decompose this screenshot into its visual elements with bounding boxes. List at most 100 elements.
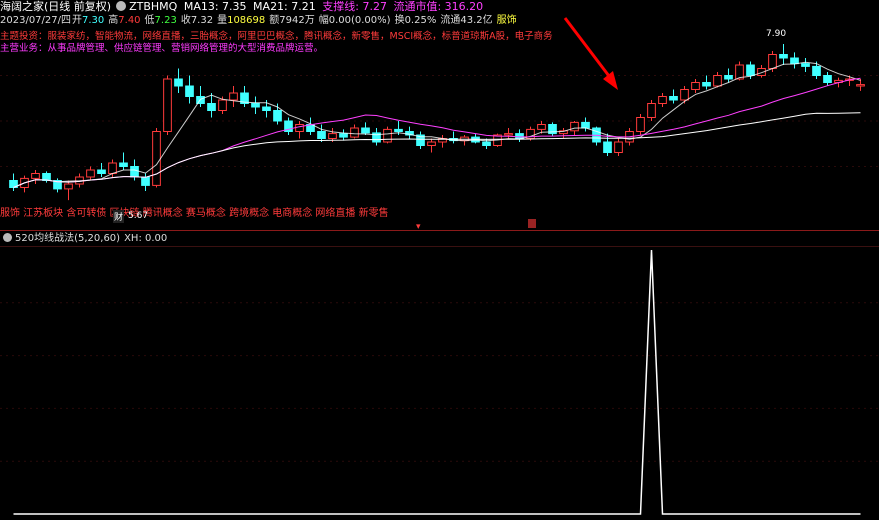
candle-body bbox=[262, 106, 271, 111]
candle-body bbox=[691, 82, 700, 90]
low-value: 7.23 bbox=[154, 15, 177, 26]
candle-body bbox=[427, 141, 436, 146]
candle-body bbox=[207, 103, 216, 111]
indicator-line bbox=[13, 249, 861, 515]
candle-body bbox=[350, 127, 359, 138]
open-value: 7.30 bbox=[82, 15, 105, 26]
candle-body bbox=[97, 169, 106, 174]
app-title: 海阔之家(日线 前复权) bbox=[0, 0, 112, 13]
candle-body bbox=[251, 103, 260, 108]
high-value: 7.40 bbox=[118, 15, 141, 26]
gear-icon[interactable] bbox=[116, 1, 127, 11]
candle-body bbox=[856, 84, 865, 87]
float-shares-value: 43.2亿 bbox=[460, 15, 493, 26]
high-label: 高 bbox=[108, 15, 119, 26]
candle-body bbox=[273, 110, 282, 122]
candle-body bbox=[724, 75, 733, 80]
candle-body bbox=[603, 141, 612, 153]
arrow-head bbox=[603, 71, 618, 90]
high-price-label: 7.90 bbox=[766, 29, 787, 39]
indicator-xh: XH: 0.00 bbox=[124, 233, 168, 244]
candle-body bbox=[768, 54, 777, 69]
indicator-params: (5,20,60) bbox=[74, 233, 121, 244]
concept-line: 主题投资：服装家纺，智能物流，网络直播，三胎概念，阿里巴巴概念，腾讯概念，新零售… bbox=[0, 31, 553, 42]
indicator-header: 520均线战法(5,20,60) XH: 0.00 bbox=[0, 232, 167, 245]
candle-body bbox=[658, 96, 667, 104]
arrow-shaft bbox=[563, 17, 614, 81]
candle-body bbox=[614, 141, 623, 153]
panel-divider[interactable] bbox=[0, 230, 879, 231]
volume-value: 108698 bbox=[227, 15, 266, 26]
price-chart[interactable]: ▾ bbox=[0, 0, 879, 520]
tags-line: 服饰 江苏板块 含可转债 区块链 腾讯概念 赛马概念 跨境概念 电商概念 网络直… bbox=[0, 208, 389, 219]
candle-body bbox=[669, 96, 678, 101]
candle-body bbox=[339, 133, 348, 138]
candle-body bbox=[295, 124, 304, 132]
candle-body bbox=[647, 103, 656, 118]
candle-body bbox=[790, 57, 799, 65]
candle-body bbox=[801, 63, 810, 67]
candle-body bbox=[119, 162, 128, 167]
business-line: 主营业务：从事品牌管理、供应链管理、营销网络管理的大型消费品牌运营。 bbox=[0, 43, 324, 54]
close-value: 7.32 bbox=[190, 15, 214, 26]
candle-body bbox=[482, 141, 491, 146]
candle-body bbox=[86, 169, 95, 178]
candle-body bbox=[42, 173, 51, 181]
candle-body bbox=[361, 127, 370, 134]
close-label: 收 bbox=[180, 15, 191, 26]
ma60-line bbox=[13, 112, 861, 188]
settings-gear-icon[interactable] bbox=[3, 233, 12, 242]
candle-body bbox=[328, 133, 337, 140]
ma13-label: MA13: 7.35 bbox=[183, 0, 247, 13]
candle-body bbox=[64, 183, 73, 190]
candle-body bbox=[823, 75, 832, 83]
volume-label: 量 bbox=[217, 15, 228, 26]
ma21-label: MA21: 7.21 bbox=[253, 0, 316, 13]
candle-body bbox=[185, 85, 194, 97]
ma5-line bbox=[13, 61, 861, 188]
candle-body bbox=[570, 121, 579, 132]
candle-body bbox=[746, 64, 755, 76]
indicator-header-divider bbox=[0, 246, 879, 247]
candle-body bbox=[218, 99, 227, 111]
amount-label: 额 bbox=[269, 15, 280, 26]
industry-label[interactable]: 服饰 bbox=[497, 15, 517, 26]
candle-body bbox=[504, 133, 513, 136]
candle-body bbox=[141, 176, 150, 186]
candle-body bbox=[31, 173, 40, 179]
low-label: 低 bbox=[144, 15, 155, 26]
change-label: 幅 bbox=[318, 15, 329, 26]
candle-body bbox=[812, 65, 821, 77]
candle-body bbox=[163, 78, 172, 132]
candle-body bbox=[229, 92, 238, 101]
quote-bar: 2023/07/27/四开7.30 高7.40 低7.23 收7.32 量108698 额… bbox=[0, 14, 521, 28]
candle-body bbox=[779, 54, 788, 59]
turnover-value: 0.25% bbox=[404, 15, 437, 26]
title-bar: 海阔之家(日线 前复权) ZTBHMQ MA13: 7.35 MA21: 7.21… bbox=[0, 0, 486, 14]
ticker-label: ZTBHMQ bbox=[129, 0, 178, 13]
candle-body bbox=[394, 128, 403, 132]
float-mv-label: 流通市值: 316.20 bbox=[393, 0, 484, 13]
candle-body bbox=[515, 133, 524, 140]
candle-body bbox=[317, 131, 326, 139]
finance-marker[interactable]: 财 bbox=[113, 210, 125, 223]
indicator-name[interactable]: 520均线战法 bbox=[15, 233, 74, 244]
candle-body bbox=[680, 89, 689, 101]
candle-body bbox=[174, 78, 183, 87]
candle-body bbox=[152, 131, 161, 186]
candle-body bbox=[636, 117, 645, 132]
candle-body bbox=[130, 166, 139, 178]
turnover-label: 换 bbox=[394, 15, 405, 26]
float-shares-label: 流通 bbox=[440, 15, 461, 26]
quote-date: 2023/07/27/四 bbox=[0, 15, 72, 26]
ma20-line bbox=[13, 77, 861, 188]
event-marker bbox=[528, 219, 536, 228]
candle-body bbox=[581, 121, 590, 129]
candle-body bbox=[713, 75, 722, 87]
candle-body bbox=[383, 128, 392, 143]
change-value: 0.00(0.00%) bbox=[328, 15, 391, 26]
candle-body bbox=[702, 82, 711, 87]
amount-value: 7942万 bbox=[279, 15, 315, 26]
open-label: 开 bbox=[72, 15, 83, 26]
low-price-label: 5.67 bbox=[128, 211, 149, 221]
